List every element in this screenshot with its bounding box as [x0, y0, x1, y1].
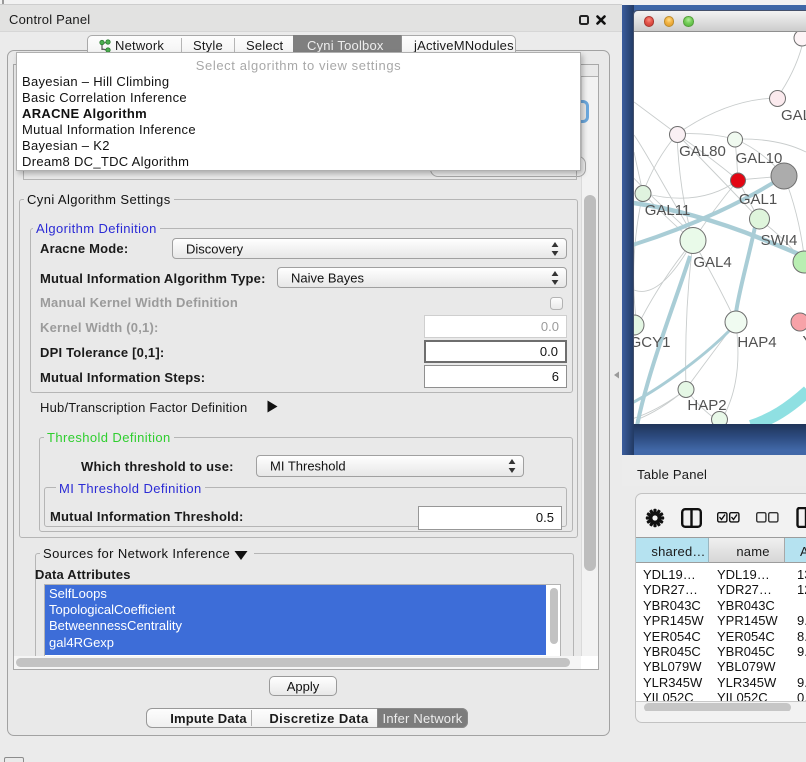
- svg-text:GAL1: GAL1: [739, 191, 777, 208]
- svg-text:GAL4: GAL4: [693, 254, 731, 271]
- svg-text:GAL10: GAL10: [736, 150, 783, 167]
- svg-text:GCY1: GCY1: [634, 334, 670, 351]
- svg-text:HAP2: HAP2: [687, 397, 726, 414]
- svg-text:HAP4: HAP4: [737, 334, 776, 351]
- svg-text:GAL11: GAL11: [645, 202, 691, 219]
- svg-text:GAL7: GAL7: [781, 107, 806, 124]
- svg-text:GAL80: GAL80: [679, 143, 726, 160]
- svg-text:SWI4: SWI4: [761, 232, 798, 249]
- svg-text:Y: Y: [803, 333, 806, 350]
